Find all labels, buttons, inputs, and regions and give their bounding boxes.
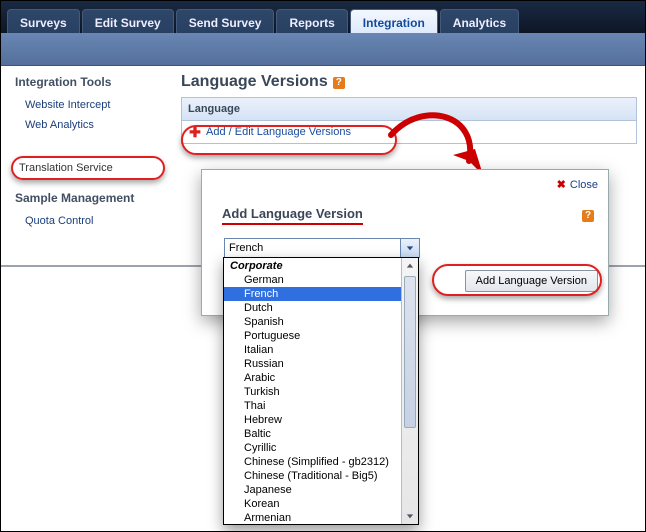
dropdown-group-label: Corporate — [224, 259, 401, 273]
dropdown-option[interactable]: Portuguese — [224, 329, 401, 343]
dropdown-option[interactable]: Thai — [224, 399, 401, 413]
dropdown-option[interactable]: Italian — [224, 343, 401, 357]
language-grid-header: Language — [181, 97, 637, 121]
sub-header-bar — [1, 33, 645, 66]
dropdown-option[interactable]: Russian — [224, 357, 401, 371]
plus-icon: ✚ — [188, 125, 202, 139]
close-icon: ✖ — [557, 179, 566, 191]
dialog-heading: Add Language Version — [222, 206, 363, 225]
scrollbar[interactable] — [401, 258, 418, 524]
add-edit-row[interactable]: ✚ Add / Edit Language Versions — [181, 121, 637, 144]
tab-edit-survey[interactable]: Edit Survey — [82, 9, 174, 36]
dropdown-option[interactable]: Spanish — [224, 315, 401, 329]
dropdown-option[interactable]: Arabic — [224, 371, 401, 385]
tab-surveys[interactable]: Surveys — [7, 9, 80, 36]
dropdown-option[interactable]: Turkish — [224, 385, 401, 399]
tab-integration[interactable]: Integration — [350, 9, 438, 36]
help-icon[interactable]: ? — [333, 77, 345, 89]
tab-analytics[interactable]: Analytics — [440, 9, 519, 36]
sidebar-heading-integration: Integration Tools — [1, 65, 171, 95]
main-panel: Language Versions ? Language ✚ Add / Edi… — [181, 73, 637, 144]
dropdown-option[interactable]: German — [224, 273, 401, 287]
dropdown-option[interactable]: Dutch — [224, 301, 401, 315]
dropdown-option[interactable]: Chinese (Simplified - gb2312) — [224, 455, 401, 469]
language-dropdown-list: CorporateGermanFrenchDutchSpanishPortugu… — [223, 257, 419, 525]
language-select[interactable]: French — [224, 238, 420, 258]
add-edit-language-link[interactable]: Add / Edit Language Versions — [206, 126, 351, 138]
dropdown-option[interactable]: Chinese (Traditional - Big5) — [224, 469, 401, 483]
sidebar-item-translation-service[interactable]: Translation Service — [11, 156, 165, 180]
scroll-down-icon[interactable] — [402, 508, 418, 524]
dropdown-option[interactable]: Korean — [224, 497, 401, 511]
help-icon[interactable]: ? — [582, 210, 594, 222]
sidebar-heading-sample: Sample Management — [1, 181, 171, 211]
close-button[interactable]: ✖Close — [557, 178, 598, 191]
dropdown-option[interactable]: Baltic — [224, 427, 401, 441]
sidebar-item-quota-control[interactable]: Quota Control — [1, 211, 171, 231]
dropdown-option[interactable]: Hebrew — [224, 413, 401, 427]
dropdown-option[interactable]: French — [224, 287, 401, 301]
dropdown-option[interactable]: Japanese — [224, 483, 401, 497]
top-nav: Surveys Edit Survey Send Survey Reports … — [1, 1, 645, 33]
chevron-down-icon[interactable] — [400, 239, 419, 257]
sidebar-item-web-analytics[interactable]: Web Analytics — [1, 115, 171, 135]
sidebar-item-website-intercept[interactable]: Website Intercept — [1, 95, 171, 115]
tab-send-survey[interactable]: Send Survey — [176, 9, 275, 36]
language-select-value: French — [229, 242, 263, 254]
add-language-version-button[interactable]: Add Language Version — [465, 270, 598, 292]
sidebar: Integration Tools Website Intercept Web … — [1, 65, 171, 267]
dropdown-option[interactable]: Cyrillic — [224, 441, 401, 455]
tab-reports[interactable]: Reports — [276, 9, 347, 36]
scroll-thumb[interactable] — [404, 276, 416, 428]
page-title: Language Versions — [181, 73, 328, 90]
dropdown-option[interactable]: Armenian — [224, 511, 401, 524]
scroll-up-icon[interactable] — [402, 258, 418, 274]
